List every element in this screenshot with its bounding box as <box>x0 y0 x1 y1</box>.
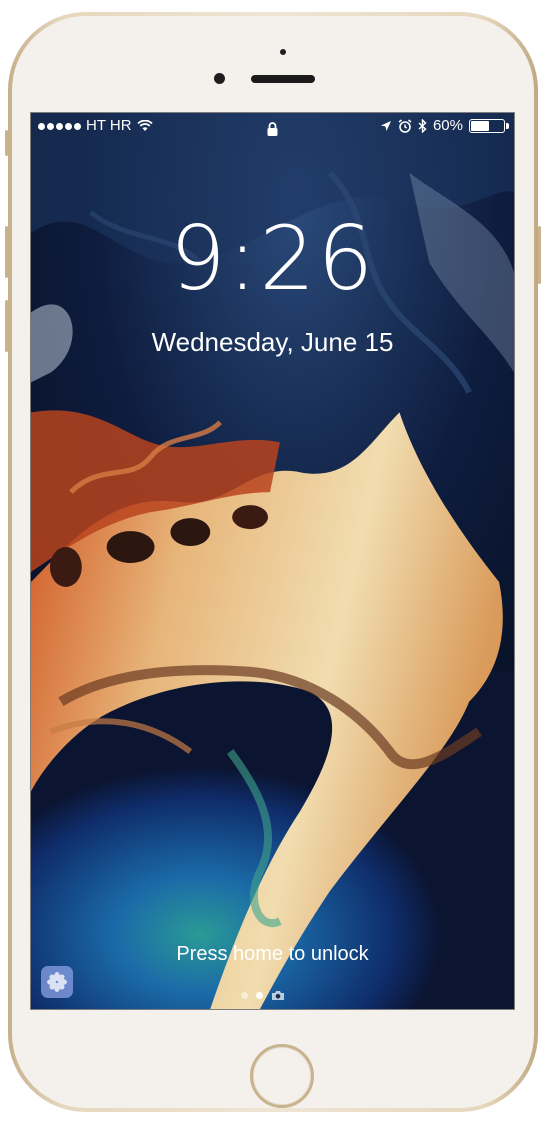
lock-screen[interactable]: HT HR 60% 9:26 Wednesday, June 15 Press … <box>30 112 515 1010</box>
suggested-app-button[interactable] <box>41 966 73 998</box>
alarm-icon <box>398 119 412 133</box>
earpiece-speaker <box>251 75 315 83</box>
front-camera <box>214 73 225 84</box>
proximity-sensor <box>280 49 286 55</box>
camera-icon[interactable] <box>271 990 285 1001</box>
lock-date: Wednesday, June 15 <box>151 327 394 357</box>
lock-clock: 9:26 <box>169 207 376 310</box>
battery-icon <box>469 119 509 133</box>
wifi-icon <box>136 120 153 131</box>
page-indicator <box>241 990 285 1001</box>
lock-icon <box>267 122 278 136</box>
volume-up-button <box>5 226 8 278</box>
volume-down-button <box>5 300 8 352</box>
home-button[interactable] <box>250 1044 314 1108</box>
battery-level <box>471 121 490 131</box>
location-arrow-icon <box>380 121 391 131</box>
status-bar: HT HR 60% <box>31 113 514 139</box>
status-right: 60% <box>380 113 509 139</box>
bluetooth-icon <box>418 119 427 133</box>
carrier-label: HT HR <box>86 117 132 134</box>
page-dot <box>241 992 248 999</box>
signal-icon <box>38 122 81 130</box>
photos-icon <box>47 972 67 992</box>
lock-status <box>267 119 278 145</box>
unlock-hint: Press home to unlock <box>176 943 369 965</box>
battery-percent: 60% <box>432 117 463 134</box>
mute-switch <box>5 130 8 156</box>
status-left: HT HR <box>38 113 153 139</box>
power-button <box>538 226 541 284</box>
page-dot-active <box>256 992 263 999</box>
